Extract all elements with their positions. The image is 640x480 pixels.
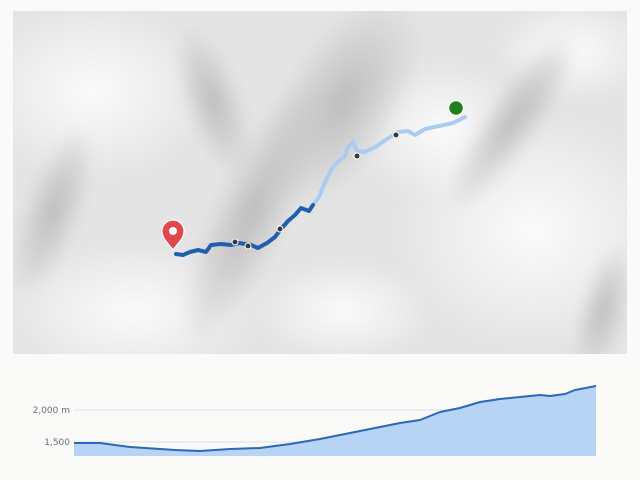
y-label-2000: 2,000 m: [33, 406, 70, 416]
waypoint[interactable]: [276, 225, 284, 233]
waypoint[interactable]: [244, 242, 252, 250]
start-marker[interactable]: [447, 99, 465, 117]
elevation-chart: 2,000 m 1,500: [33, 385, 597, 456]
elevation-profile[interactable]: 2,000 m 1,500: [0, 370, 640, 470]
waypoint[interactable]: [231, 238, 239, 246]
map-view[interactable]: [13, 11, 627, 354]
y-label-1500: 1,500: [44, 438, 70, 448]
terrain-map: [13, 11, 627, 354]
waypoint[interactable]: [353, 152, 361, 160]
waypoint[interactable]: [392, 131, 400, 139]
